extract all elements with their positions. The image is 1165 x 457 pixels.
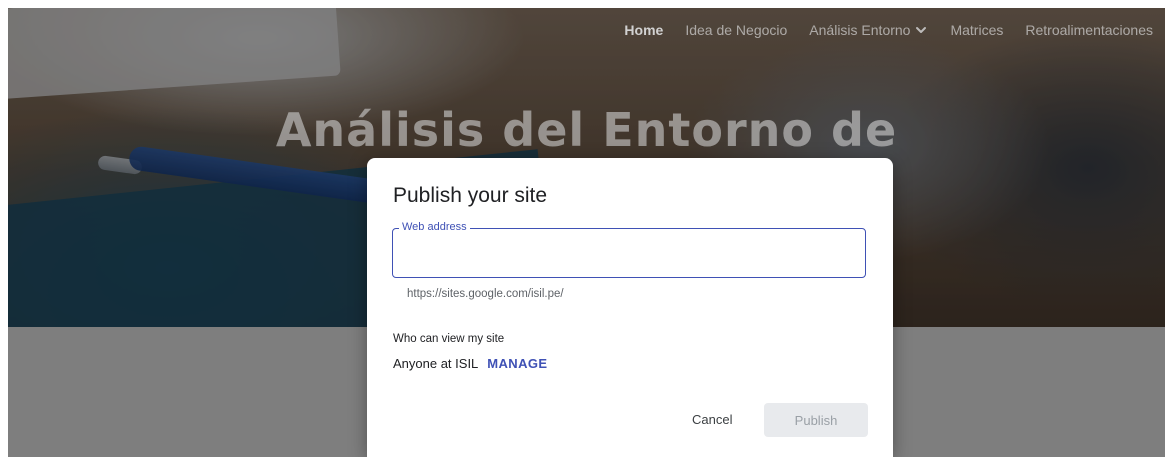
web-address-label: Web address <box>399 221 470 233</box>
manage-link[interactable]: MANAGE <box>487 356 547 371</box>
cancel-button[interactable]: Cancel <box>692 412 732 427</box>
audience-row: Anyone at ISIL MANAGE <box>393 356 547 371</box>
publish-button[interactable]: Publish <box>764 403 868 437</box>
web-address-field[interactable]: Web address <box>392 221 866 278</box>
url-hint: https://sites.google.com/isil.pe/ <box>407 288 564 300</box>
audience-value: Anyone at ISIL <box>393 356 479 371</box>
dialog-title: Publish your site <box>393 184 548 207</box>
publish-dialog: Publish your site Web address https://si… <box>367 158 893 457</box>
web-address-input[interactable] <box>403 241 857 265</box>
who-can-view-label: Who can view my site <box>393 333 505 345</box>
